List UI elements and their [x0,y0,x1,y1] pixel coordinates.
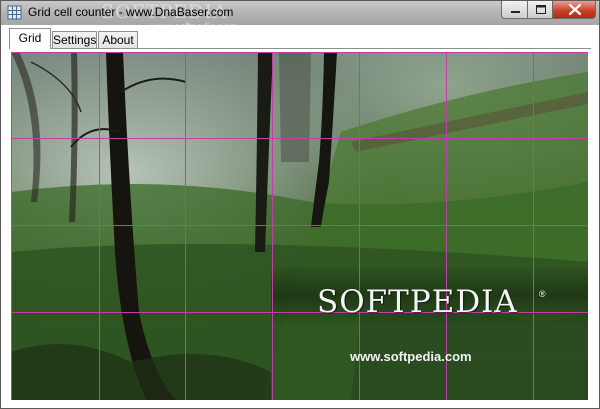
tab-bar: Grid Settings About [1,25,599,49]
maximize-icon [536,5,546,14]
close-button[interactable] [552,1,596,19]
minimize-button[interactable] [501,1,528,19]
tab-settings[interactable]: Settings [52,31,97,49]
title-bar[interactable]: SOFTPEDIA Grid cell counter - www.DnaBas… [1,1,599,33]
grid-line-vertical [99,52,100,400]
tab-about[interactable]: About [98,31,138,49]
minimize-icon [511,11,520,13]
app-window: SOFTPEDIA Grid cell counter - www.DnaBas… [0,0,600,409]
grid-line-vertical [185,52,186,400]
window-title: Grid cell counter - www.DnaBaser.com [28,5,234,19]
softpedia-watermark-url: www.softpedia.com [350,349,472,364]
grid-line-vertical [446,52,447,400]
forest-image [11,52,588,400]
softpedia-watermark-logo: SOFTPEDIA [317,284,518,320]
app-icon [7,5,22,20]
grid-line-horizontal [11,52,588,53]
grid-line-vertical [359,52,360,400]
grid-line-horizontal [11,138,588,139]
close-icon [568,3,582,16]
tab-grid[interactable]: Grid [9,28,51,49]
grid-line-vertical [11,52,12,400]
maximize-button[interactable] [527,1,553,19]
tab-divider [9,48,591,49]
grid-line-vertical [533,52,534,400]
grid-line-vertical [272,52,273,400]
grid-canvas[interactable]: SOFTPEDIA ® www.softpedia.com [11,52,588,400]
softpedia-registered-mark: ® [539,289,546,299]
grid-line-horizontal [11,225,588,226]
